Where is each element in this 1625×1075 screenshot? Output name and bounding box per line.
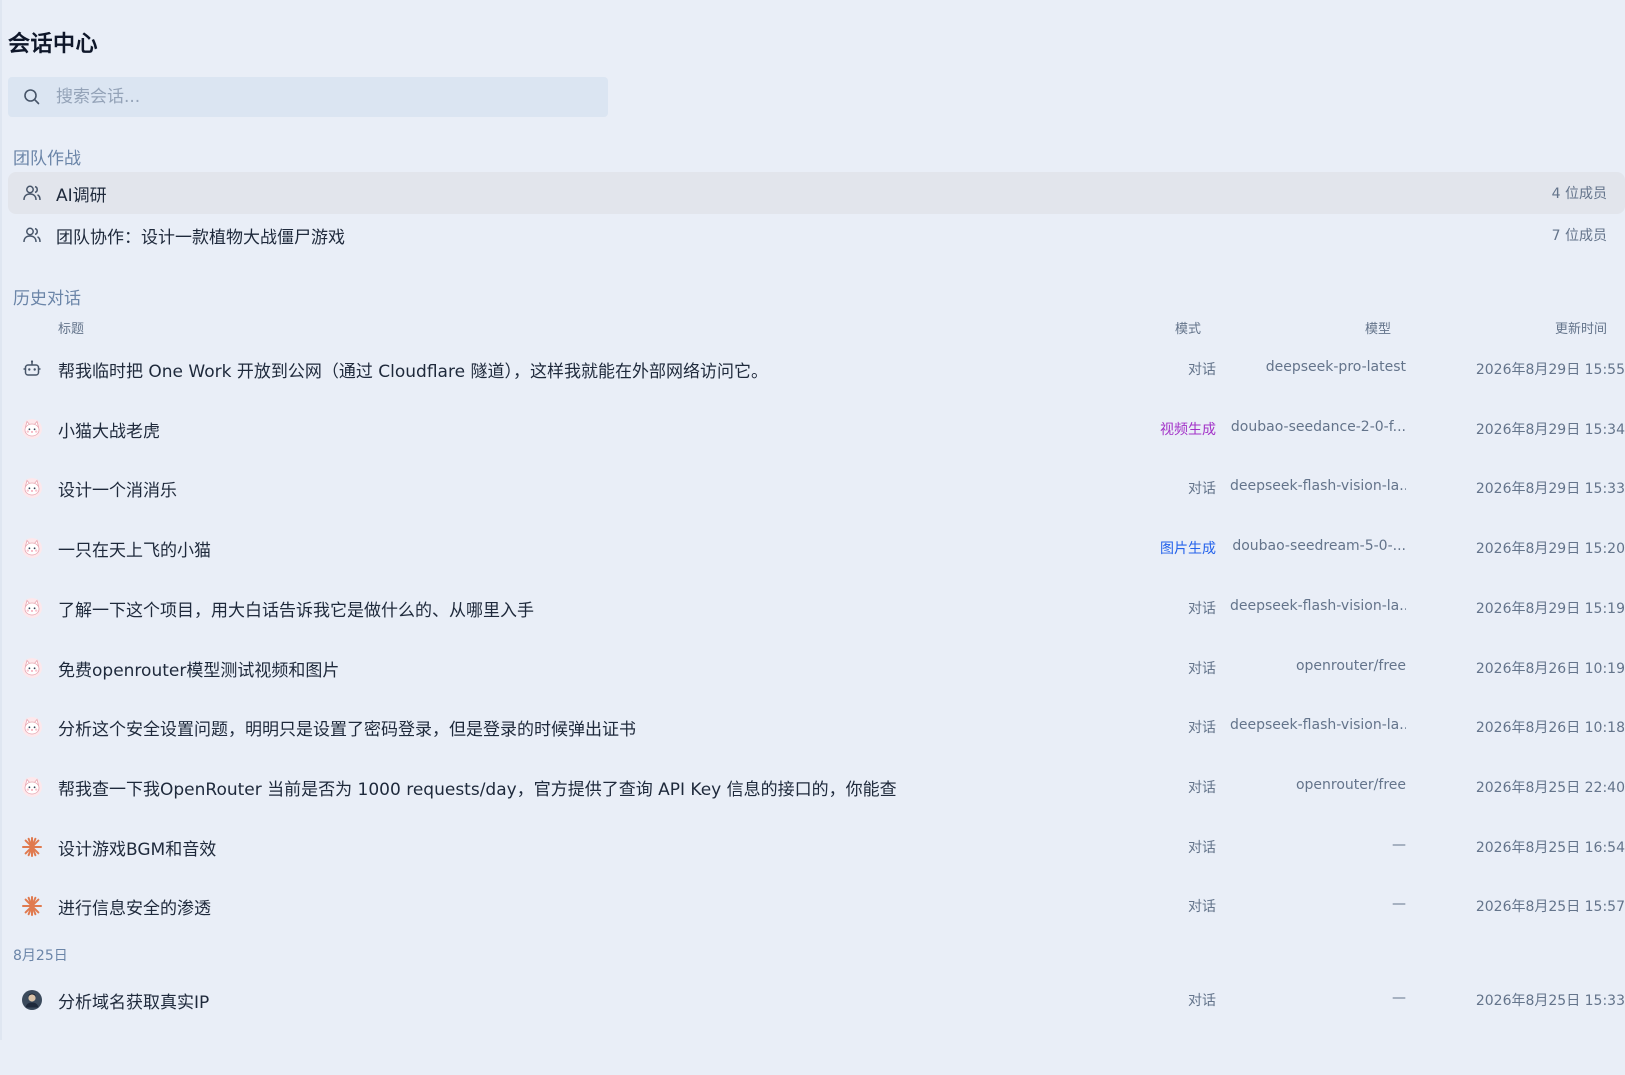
sparkle-icon (20, 894, 44, 918)
conversation-title: 设计游戏BGM和音效 (58, 839, 217, 860)
cat-avatar-icon (20, 476, 44, 500)
conversation-updated-time: 2026年8月29日 15:19 (1475, 600, 1625, 617)
conversation-row[interactable]: 分析域名获取真实IP 对话 — 2026年8月25日 15:33 (8, 976, 1625, 1022)
conversation-mode: 对话 (1188, 839, 1216, 856)
cat-avatar-icon (20, 417, 44, 441)
history-section-label: 历史对话 (13, 289, 81, 309)
cat-avatar-icon (20, 596, 44, 620)
team-section-label: 团队作战 (13, 149, 81, 169)
conversation-updated-time: 2026年8月29日 15:55 (1475, 362, 1625, 378)
bottom-fade (0, 1040, 1625, 1075)
conversation-title: 帮我临时把 One Work 开放到公网（通过 Cloudflare 隧道），这… (58, 362, 768, 382)
conversation-title: 了解一下这个项目，用大白话告诉我它是做什么的、从哪里入手 (58, 600, 534, 621)
page-title: 会话中心 (8, 32, 99, 57)
conversation-mode: 图片生成 (1160, 541, 1216, 558)
conversation-updated-time: 2026年8月29日 15:20 (1475, 541, 1625, 558)
cat-avatar-icon (20, 715, 44, 739)
column-header-mode[interactable]: 模式 (1175, 318, 1201, 337)
conversation-model: deepseek-flash-vision-la... (1230, 597, 1406, 614)
conversation-mode: 对话 (1188, 362, 1216, 378)
conversation-title: 进行信息安全的渗透 (58, 899, 211, 920)
search-bar[interactable] (8, 77, 608, 117)
conversation-row[interactable]: 设计一个消消乐 对话 deepseek-flash-vision-la... 2026… (8, 464, 1625, 510)
users-icon (8, 225, 56, 245)
conversation-updated-time: 2026年8月25日 15:33 (1475, 993, 1625, 1009)
conversation-mode: 对话 (1188, 600, 1216, 617)
conversation-model: — (1392, 896, 1406, 913)
conversation-model: — (1392, 990, 1406, 1006)
conversation-mode: 对话 (1188, 481, 1216, 498)
conversation-title: 分析这个安全设置问题，明明只是设置了密码登录，但是登录的时候弹出证书 (58, 720, 636, 741)
team-item-name: AI调研 (56, 185, 107, 206)
conversation-model: doubao-seedream-5-0-... (1232, 538, 1406, 555)
team-item-members: 7 位成员 (1551, 228, 1607, 244)
conversation-mode: 对话 (1188, 779, 1216, 796)
conversation-updated-time: 2026年8月26日 10:18 (1475, 720, 1625, 737)
conversation-updated-time: 2026年8月26日 10:19 (1475, 660, 1625, 677)
conversation-title: 分析域名获取真实IP (58, 993, 210, 1013)
team-item[interactable]: 团队协作：设计一款植物大战僵尸游戏 7 位成员 (8, 214, 1625, 256)
conversation-title: 小猫大战老虎 (58, 421, 160, 442)
conversation-title: 设计一个消消乐 (58, 481, 177, 502)
robot-icon (20, 357, 44, 381)
conversation-model: — (1392, 836, 1406, 853)
conversation-mode: 对话 (1188, 899, 1216, 916)
column-header-model[interactable]: 模型 (1365, 318, 1391, 337)
conversation-model: doubao-seedance-2-0-f... (1230, 418, 1406, 435)
conversation-title: 帮我查一下我OpenRouter 当前是否为 1000 requests/day… (58, 779, 897, 800)
conversation-model: openrouter/free (1295, 657, 1406, 674)
team-item[interactable]: AI调研 4 位成员 (8, 172, 1625, 214)
search-input[interactable] (56, 87, 596, 107)
person-avatar-icon (20, 988, 44, 1012)
conversation-title: 免费openrouter模型测试视频和图片 (58, 660, 340, 681)
conversation-updated-time: 2026年8月25日 22:40 (1475, 779, 1625, 796)
search-icon (8, 88, 56, 106)
date-group-label: 8月25日 (13, 948, 68, 964)
conversation-model: deepseek-pro-latest (1265, 359, 1406, 375)
left-border (0, 0, 2, 1075)
conversation-row[interactable]: 了解一下这个项目，用大白话告诉我它是做什么的、从哪里入手 对话 deepseek-f… (8, 584, 1625, 630)
team-item-name: 团队协作：设计一款植物大战僵尸游戏 (56, 227, 345, 248)
conversation-mode: 视频生成 (1160, 421, 1216, 438)
cat-avatar-icon (20, 536, 44, 560)
conversation-updated-time: 2026年8月29日 15:33 (1475, 481, 1625, 498)
column-header-title[interactable]: 标题 (58, 318, 84, 337)
conversation-model: openrouter/free (1295, 776, 1406, 793)
conversation-row[interactable]: 小猫大战老虎 视频生成 doubao-seedance-2-0-f... 2026年8… (8, 405, 1625, 451)
conversation-row[interactable]: 帮我查一下我OpenRouter 当前是否为 1000 requests/day… (8, 763, 1625, 809)
conversation-row[interactable]: 设计游戏BGM和音效 对话 — 2026年8月25日 16:54 (8, 823, 1625, 869)
conversation-mode: 对话 (1188, 660, 1216, 677)
conversation-updated-time: 2026年8月25日 16:54 (1475, 839, 1625, 856)
conversation-title: 一只在天上飞的小猫 (58, 541, 211, 562)
conversation-row[interactable]: 分析这个安全设置问题，明明只是设置了密码登录，但是登录的时候弹出证书 对话 deep… (8, 703, 1625, 749)
conversation-row[interactable]: 免费openrouter模型测试视频和图片 对话 openrouter/free 20… (8, 644, 1625, 690)
conversation-updated-time: 2026年8月29日 15:34 (1475, 421, 1625, 438)
conversation-row[interactable]: 进行信息安全的渗透 对话 — 2026年8月25日 15:57 (8, 882, 1625, 928)
conversation-model: deepseek-flash-vision-la... (1230, 478, 1406, 495)
conversation-row[interactable]: 一只在天上飞的小猫 图片生成 doubao-seedream-5-0-... 2026… (8, 524, 1625, 570)
users-icon (8, 183, 56, 203)
sparkle-icon (20, 835, 44, 859)
team-item-members: 4 位成员 (1551, 186, 1607, 202)
column-header-updated[interactable]: 更新时间 (1555, 318, 1607, 337)
conversation-row[interactable]: 帮我临时把 One Work 开放到公网（通过 Cloudflare 隧道），这… (8, 345, 1625, 391)
cat-avatar-icon (20, 775, 44, 799)
conversation-mode: 对话 (1188, 720, 1216, 737)
conversation-mode: 对话 (1188, 993, 1216, 1009)
cat-avatar-icon (20, 656, 44, 680)
conversation-model: deepseek-flash-vision-la... (1230, 717, 1406, 734)
conversation-updated-time: 2026年8月25日 15:57 (1475, 899, 1625, 916)
conversation-center-page: 会话中心 团队作战 AI调研 4 位成员 (0, 0, 1625, 1075)
